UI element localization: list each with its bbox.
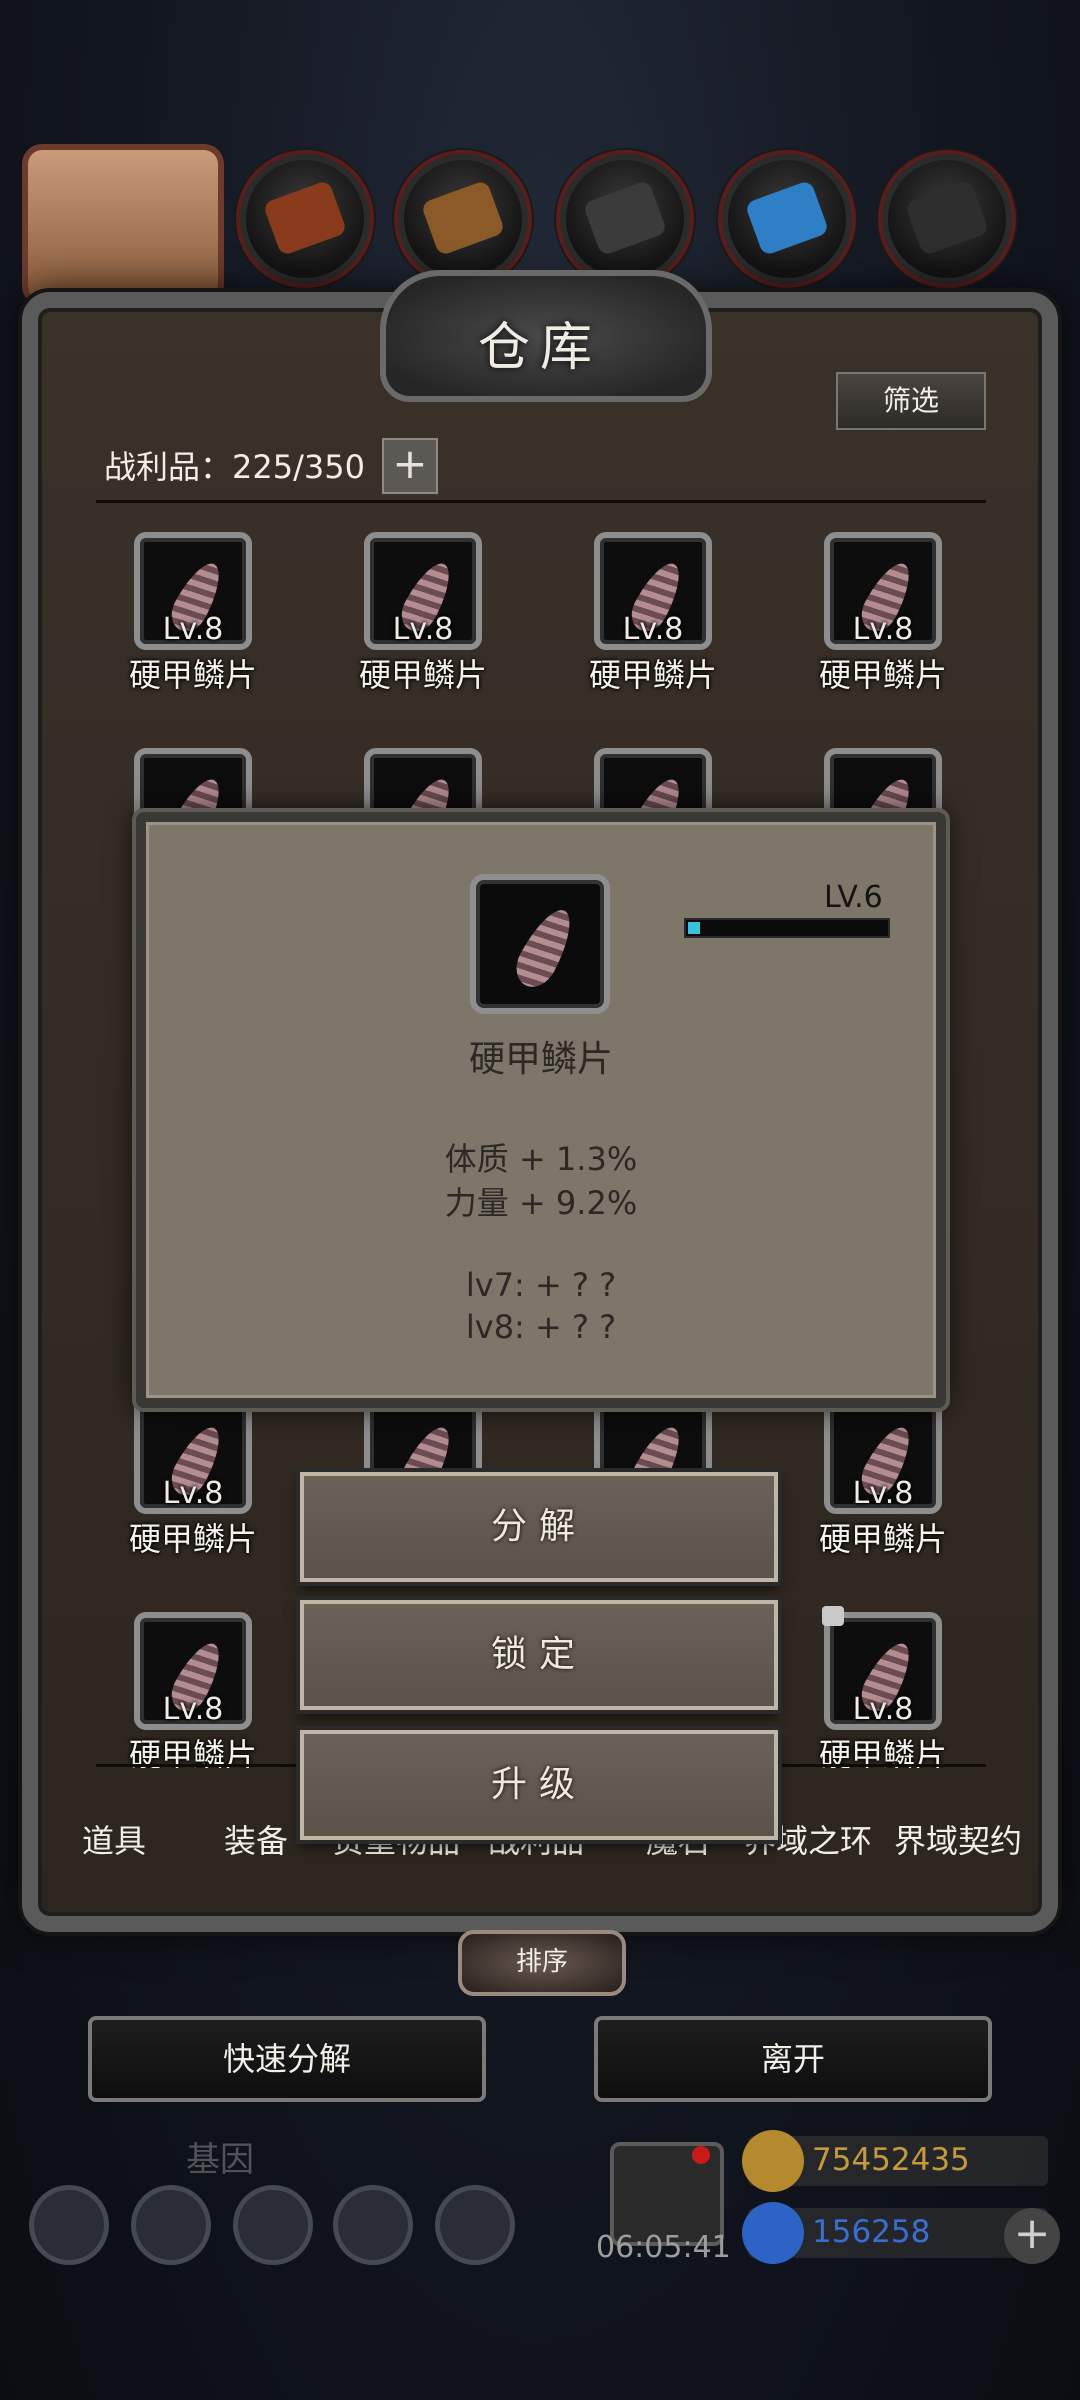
- gold-amount: 75452435: [812, 2142, 970, 2178]
- gift-timer: 06:05:41: [596, 2230, 731, 2265]
- wood-log-icon: [246, 160, 364, 278]
- quick-decompose-button[interactable]: 快速分解: [88, 2016, 486, 2102]
- crystal-icon: [728, 160, 846, 278]
- item-cell[interactable]: Lv.8 硬甲鳞片: [772, 532, 1002, 694]
- item-name: 硬甲鳞片: [128, 656, 257, 694]
- item-level: Lv.8: [162, 1476, 224, 1511]
- xp-progress-bar: [684, 918, 890, 938]
- item-name: 硬甲鳞片: [358, 656, 487, 694]
- loot-capacity-label: 战利品：225/350: [104, 448, 365, 486]
- xp-progress-fill: [688, 922, 700, 934]
- iron-ingot-icon: [566, 160, 684, 278]
- wood-plank-icon: [404, 160, 522, 278]
- item-cell[interactable]: Lv.8 硬甲鳞片: [82, 1396, 312, 1558]
- gem-amount: 156258: [812, 2214, 931, 2250]
- tooltip-next-lv7: lv7: + ? ?: [465, 1266, 617, 1304]
- tooltip-item-icon: [470, 874, 610, 1014]
- lock-button[interactable]: 锁定: [300, 1600, 778, 1710]
- gem-icon: [742, 2202, 804, 2264]
- item-level: Lv.8: [852, 1692, 914, 1727]
- item-level: Lv.8: [622, 612, 684, 647]
- star-icon[interactable]: [136, 2190, 206, 2260]
- tab-equipment[interactable]: 装备: [224, 1816, 288, 1862]
- item-level: Lv.8: [392, 612, 454, 647]
- cube-icon[interactable]: [440, 2190, 510, 2260]
- item-cell[interactable]: Lv.8 硬甲鳞片: [312, 532, 542, 694]
- notification-dot: [692, 2146, 710, 2164]
- decompose-button[interactable]: 分解: [300, 1472, 778, 1582]
- tooltip-next-lv8: lv8: + ? ?: [465, 1308, 617, 1346]
- item-name: 硬甲鳞片: [128, 1736, 257, 1768]
- tab-items[interactable]: 道具: [82, 1816, 146, 1862]
- expand-capacity-button[interactable]: +: [382, 438, 438, 494]
- item-cell[interactable]: Lv.8 硬甲鳞片: [542, 532, 772, 694]
- item-cell[interactable]: Lv.8 硬甲鳞片: [82, 532, 312, 694]
- stone-ore-icon: [888, 160, 1006, 278]
- item-level: Lv.8: [852, 612, 914, 647]
- item-level: Lv.8: [162, 612, 224, 647]
- gold-scroll-icon: [742, 2130, 804, 2192]
- upgrade-button[interactable]: 升级: [300, 1730, 778, 1840]
- scale-icon: [508, 901, 582, 995]
- item-name: 硬甲鳞片: [818, 656, 947, 694]
- item-cell[interactable]: Lv.8 硬甲鳞片: [82, 1612, 312, 1772]
- tooltip-level: LV.6: [824, 880, 883, 915]
- item-name: 硬甲鳞片: [818, 1736, 947, 1768]
- tooltip-stat-constitution: 体质 + 1.3%: [444, 1140, 638, 1178]
- add-gems-button[interactable]: +: [1004, 2208, 1060, 2264]
- item-name: 硬甲鳞片: [128, 1520, 257, 1558]
- player-avatar[interactable]: [28, 150, 218, 300]
- item-level: Lv.8: [852, 1476, 914, 1511]
- tooltip-stat-strength: 力量 + 9.2%: [444, 1184, 638, 1222]
- divider-top: [96, 500, 986, 503]
- sort-button[interactable]: 排序: [458, 1930, 626, 1996]
- filter-button[interactable]: 筛选: [836, 372, 986, 430]
- tab-realm-contract[interactable]: 界域契约: [894, 1816, 1022, 1862]
- warehouse-title: 仓库: [477, 318, 602, 378]
- leave-button[interactable]: 离开: [594, 2016, 992, 2102]
- shield-icon[interactable]: [238, 2190, 308, 2260]
- item-name: 硬甲鳞片: [818, 1520, 947, 1558]
- item-level: Lv.8: [162, 1692, 224, 1727]
- background-label: 基因: [186, 2140, 254, 2180]
- tooltip-item-name: 硬甲鳞片: [468, 1039, 613, 1080]
- mail-icon[interactable]: [338, 2190, 408, 2260]
- settings-icon[interactable]: [34, 2190, 104, 2260]
- lock-icon: [822, 1606, 844, 1626]
- item-name: 硬甲鳞片: [588, 656, 717, 694]
- item-cell[interactable]: Lv.8 硬甲鳞片: [772, 1606, 1002, 1772]
- item-cell[interactable]: Lv.8 硬甲鳞片: [772, 1396, 1002, 1558]
